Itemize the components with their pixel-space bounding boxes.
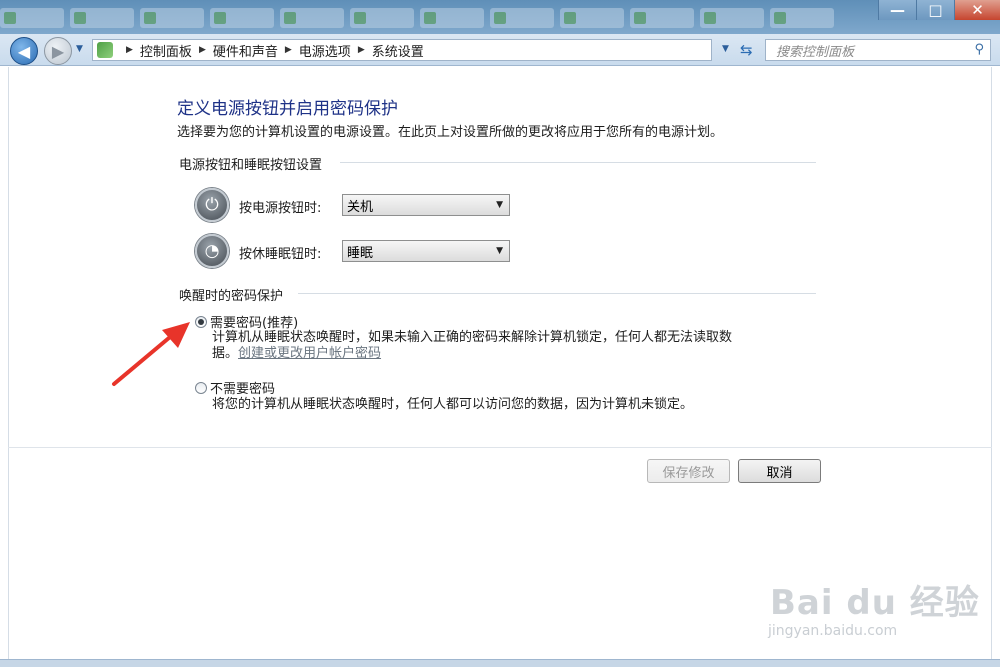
chevron-right-icon[interactable]: ▶ [199,45,206,55]
section-divider [298,293,816,294]
background-taskbar-tabs [0,8,834,30]
no-password-description: 将您的计算机从睡眠状态唤醒时，任何人都可以访问您的数据，因为计算机未锁定。 [212,397,694,412]
breadcrumb-system-settings[interactable]: 系统设置 [372,41,424,60]
chevron-right-icon[interactable]: ▶ [358,45,365,55]
page-description: 选择要为您的计算机设置的电源设置。在此页上对设置所做的更改将应用于您所有的电源计… [177,125,724,140]
chevron-right-icon[interactable]: ▶ [285,45,292,55]
sleep-button-label: 按休睡眠钮时: [239,247,322,262]
breadcrumb-control-panel[interactable]: 控制面板 [140,41,192,60]
watermark-main: Bai du 经验 [770,583,980,623]
control-panel-icon [97,42,113,58]
background-tab [280,8,344,28]
minimize-button[interactable]: — [878,0,916,20]
sleep-button-action-select[interactable]: 睡眠 ▼ [342,240,510,262]
background-tab [770,8,834,28]
require-password-desc-line2: 据。创建或更改用户帐户密码 [212,346,732,362]
power-button-action-select[interactable]: 关机 ▼ [342,194,510,216]
annotation-arrow-head [162,322,190,348]
background-tab [420,8,484,28]
cancel-button[interactable]: 取消 [738,459,821,483]
address-bar: ◀ ▶ ▼ ▶ 控制面板 ▶ 硬件和声音 ▶ 电源选项 ▶ 系统设置 ▼ ⇆ 搜… [0,34,1000,66]
baidu-watermark: Bai du 经验 jingyan.baidu.com [760,575,980,645]
background-tab [630,8,694,28]
no-password-label[interactable]: 不需要密码 [210,378,275,397]
sleep-button-selected-value: 睡眠 [347,245,374,261]
background-tab [70,8,134,28]
require-password-label[interactable]: 需要密码(推荐) [210,312,298,331]
require-password-desc-line2-prefix: 据。 [212,346,239,361]
breadcrumb[interactable]: ▶ 控制面板 ▶ 硬件和声音 ▶ 电源选项 ▶ 系统设置 [92,39,712,61]
background-tab [490,8,554,28]
arrow-right-icon: ▶ [51,41,65,61]
window-titlebar: — □ ✕ [0,0,1000,34]
background-tab [0,8,64,28]
section-heading-power-buttons: 电源按钮和睡眠按钮设置 [179,158,323,173]
back-button[interactable]: ◀ [10,37,38,65]
power-button-icon: ⏻ [195,188,229,222]
power-button-label: 按电源按钮时: [239,201,322,216]
background-tab [140,8,204,28]
background-tab [210,8,274,28]
change-account-password-link[interactable]: 创建或更改用户帐户密码 [238,346,381,361]
forward-button[interactable]: ▶ [44,37,72,65]
arrow-left-icon: ◀ [17,41,31,61]
breadcrumb-power-options[interactable]: 电源选项 [299,41,351,60]
address-dropdown-icon[interactable]: ▼ [722,44,729,54]
window-bottom-border [0,659,1000,667]
sleep-button-icon: ◔ [195,234,229,268]
annotation-arrow [112,322,190,386]
section-heading-wake-password: 唤醒时的密码保护 [179,289,284,304]
close-button[interactable]: ✕ [954,0,1000,20]
recent-pages-dropdown-icon[interactable]: ▼ [76,44,83,54]
footer-divider [8,447,992,448]
window-controls: — □ ✕ [878,0,1000,20]
background-tab [700,8,764,28]
section-divider [340,162,816,163]
search-icon[interactable]: ⚲ [974,42,984,57]
page-title: 定义电源按钮并启用密码保护 [177,99,398,119]
background-tab [350,8,414,28]
power-button-selected-value: 关机 [347,199,374,215]
breadcrumb-hardware-sound[interactable]: 硬件和声音 [213,41,278,60]
background-tab [560,8,624,28]
refresh-icon[interactable]: ⇆ [740,41,753,59]
chevron-down-icon: ▼ [496,246,503,256]
search-input[interactable]: 搜索控制面板 ⚲ [765,39,991,61]
chevron-right-icon[interactable]: ▶ [126,45,133,55]
save-button[interactable]: 保存修改 [647,459,730,483]
watermark-sub: jingyan.baidu.com [768,623,898,639]
require-password-desc-line1: 计算机从睡眠状态唤醒时，如果未输入正确的密码来解除计算机锁定，任何人都无法读取数 [212,330,733,345]
annotation-arrow-shaft [112,330,178,386]
chevron-down-icon: ▼ [496,200,503,210]
search-placeholder: 搜索控制面板 [776,44,855,60]
maximize-button[interactable]: □ [916,0,954,20]
require-password-description: 计算机从睡眠状态唤醒时，如果未输入正确的密码来解除计算机锁定，任何人都无法读取数… [212,330,732,362]
